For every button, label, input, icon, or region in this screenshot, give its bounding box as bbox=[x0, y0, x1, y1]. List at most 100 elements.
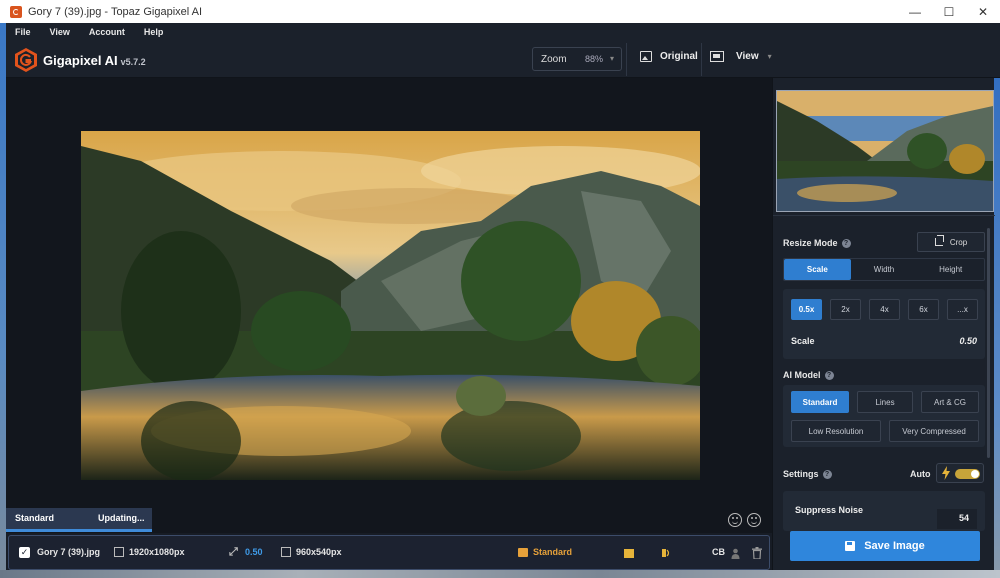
input-size: 1920x1080px bbox=[129, 547, 185, 557]
brand-name: Gigapixel AI v5.7.2 bbox=[43, 53, 146, 68]
output-size-icon bbox=[281, 547, 291, 557]
app-window: Gory 7 (39).jpg - Topaz Gigapixel AI — ☐… bbox=[0, 0, 1000, 578]
image-canvas[interactable] bbox=[6, 78, 772, 533]
zoom-value: 88% bbox=[585, 54, 604, 64]
gigapixel-logo-icon bbox=[15, 48, 37, 72]
smile-feedback-icon[interactable] bbox=[728, 513, 742, 527]
menu-file[interactable]: File bbox=[15, 27, 31, 37]
neutral-feedback-icon[interactable] bbox=[747, 513, 761, 527]
input-size-icon bbox=[114, 547, 124, 557]
suppress-noise-label: Suppress Noise bbox=[795, 505, 864, 515]
resize-mode-header: Resize Mode ? bbox=[783, 238, 851, 248]
ai-model-header: AI Model ? bbox=[783, 370, 834, 380]
version-label: v5.7.2 bbox=[120, 57, 146, 67]
lightning-icon bbox=[942, 466, 950, 480]
view-label: View bbox=[736, 51, 759, 62]
settings-panel: Resize Mode ? Crop Scale Width Height 0.… bbox=[772, 78, 995, 570]
menu-bar: File View Account Help bbox=[6, 23, 1000, 41]
scale-row: Scale 0.50 bbox=[791, 336, 977, 346]
model-standard-button[interactable]: Standard bbox=[791, 391, 849, 413]
model-very-compressed-button[interactable]: Very Compressed bbox=[889, 420, 979, 442]
output-size: 960x540px bbox=[296, 547, 342, 557]
navigator-thumbnail[interactable] bbox=[776, 90, 994, 212]
save-icon bbox=[845, 541, 856, 551]
close-button[interactable]: ✕ bbox=[966, 0, 1000, 23]
maximize-button[interactable]: ☐ bbox=[932, 0, 966, 23]
suppress-noise-card: Suppress Noise 54 bbox=[783, 491, 985, 531]
chevron-down-icon: ▾ bbox=[767, 52, 772, 61]
file-model: Standard bbox=[533, 547, 573, 557]
scale-value: 0.50 bbox=[245, 547, 263, 557]
auto-toggle-group bbox=[936, 463, 984, 483]
window-title: Gory 7 (39).jpg - Topaz Gigapixel AI bbox=[28, 5, 203, 18]
header-divider bbox=[626, 43, 627, 76]
tab-height[interactable]: Height bbox=[917, 259, 984, 280]
scale-custom-button[interactable]: ...x bbox=[947, 299, 978, 320]
progress-bar bbox=[6, 529, 152, 532]
crop-button[interactable]: Crop bbox=[917, 232, 985, 252]
face-refine-icon[interactable] bbox=[661, 548, 671, 558]
scale-0-5x-button[interactable]: 0.5x bbox=[791, 299, 822, 320]
image-settings-icon[interactable] bbox=[624, 549, 634, 558]
ai-model-card: Standard Lines Art & CG Low Resolution V… bbox=[783, 385, 985, 447]
chevron-down-icon: ▾ bbox=[609, 54, 614, 63]
scale-label: Scale bbox=[791, 336, 815, 346]
thumbnail-image bbox=[777, 91, 993, 211]
scale-card: 0.5x 2x 4x 6x ...x Scale 0.50 bbox=[783, 289, 985, 359]
header-divider bbox=[701, 43, 702, 76]
status-model: Standard bbox=[15, 513, 55, 523]
model-low-resolution-button[interactable]: Low Resolution bbox=[791, 420, 881, 442]
model-art-cg-button[interactable]: Art & CG bbox=[921, 391, 979, 413]
tab-scale[interactable]: Scale bbox=[784, 259, 851, 280]
panel-scrollbar[interactable] bbox=[987, 228, 990, 458]
zoom-dropdown[interactable]: Zoom 88% ▾ bbox=[532, 47, 622, 71]
processing-status: Standard Updating... bbox=[6, 508, 152, 532]
app-icon bbox=[10, 5, 22, 18]
file-checkbox[interactable]: ✓ bbox=[19, 547, 30, 558]
crop-label: Crop bbox=[949, 237, 968, 247]
resize-mode-tabs: Scale Width Height bbox=[783, 258, 985, 281]
original-label: Original bbox=[660, 51, 698, 62]
tab-width[interactable]: Width bbox=[851, 259, 918, 280]
desktop-edge-right bbox=[994, 23, 1000, 578]
person-icon[interactable] bbox=[731, 548, 740, 559]
auto-toggle[interactable] bbox=[955, 469, 980, 479]
file-bar: ✓ Gory 7 (39).jpg 1920x1080px ⤢ 0.50 960… bbox=[8, 535, 770, 570]
menu-account[interactable]: Account bbox=[89, 27, 125, 37]
settings-label: Settings bbox=[783, 469, 819, 479]
view-mode-icon bbox=[710, 51, 724, 62]
file-name: Gory 7 (39).jpg bbox=[37, 547, 101, 557]
status-state: Updating... bbox=[98, 513, 145, 523]
desktop-taskbar-edge bbox=[0, 570, 1000, 578]
zoom-label: Zoom bbox=[541, 53, 567, 65]
trash-icon[interactable] bbox=[752, 547, 762, 559]
model-icon bbox=[518, 547, 528, 557]
panel-divider bbox=[773, 215, 995, 216]
original-button[interactable]: Original bbox=[640, 51, 698, 62]
color-balance-label[interactable]: CB bbox=[712, 547, 725, 557]
help-icon[interactable]: ? bbox=[841, 238, 851, 248]
save-image-button[interactable]: Save Image bbox=[790, 531, 980, 561]
scale-value-field[interactable]: 0.50 bbox=[959, 336, 977, 346]
expand-icon: ⤢ bbox=[229, 546, 238, 558]
help-icon[interactable]: ? bbox=[822, 469, 832, 479]
scale-6x-button[interactable]: 6x bbox=[908, 299, 939, 320]
scale-4x-button[interactable]: 4x bbox=[869, 299, 900, 320]
save-label: Save Image bbox=[864, 540, 925, 552]
help-icon[interactable]: ? bbox=[824, 370, 834, 380]
brand-label: Gigapixel AI bbox=[43, 53, 118, 68]
app-header: Gigapixel AI v5.7.2 Zoom 88% ▾ Original V… bbox=[6, 41, 1000, 78]
menu-view[interactable]: View bbox=[50, 27, 70, 37]
ai-model-label: AI Model bbox=[783, 370, 821, 380]
title-bar: Gory 7 (39).jpg - Topaz Gigapixel AI — ☐… bbox=[0, 0, 1000, 23]
image-icon bbox=[640, 51, 652, 62]
crop-icon bbox=[934, 235, 944, 246]
minimize-button[interactable]: — bbox=[898, 0, 932, 23]
suppress-noise-input[interactable]: 54 bbox=[937, 509, 977, 529]
view-dropdown[interactable]: View ▾ bbox=[710, 51, 772, 62]
settings-header: Settings ? bbox=[783, 469, 832, 479]
scale-2x-button[interactable]: 2x bbox=[830, 299, 861, 320]
model-lines-button[interactable]: Lines bbox=[857, 391, 913, 413]
resize-mode-label: Resize Mode bbox=[783, 238, 838, 248]
menu-help[interactable]: Help bbox=[144, 27, 164, 37]
